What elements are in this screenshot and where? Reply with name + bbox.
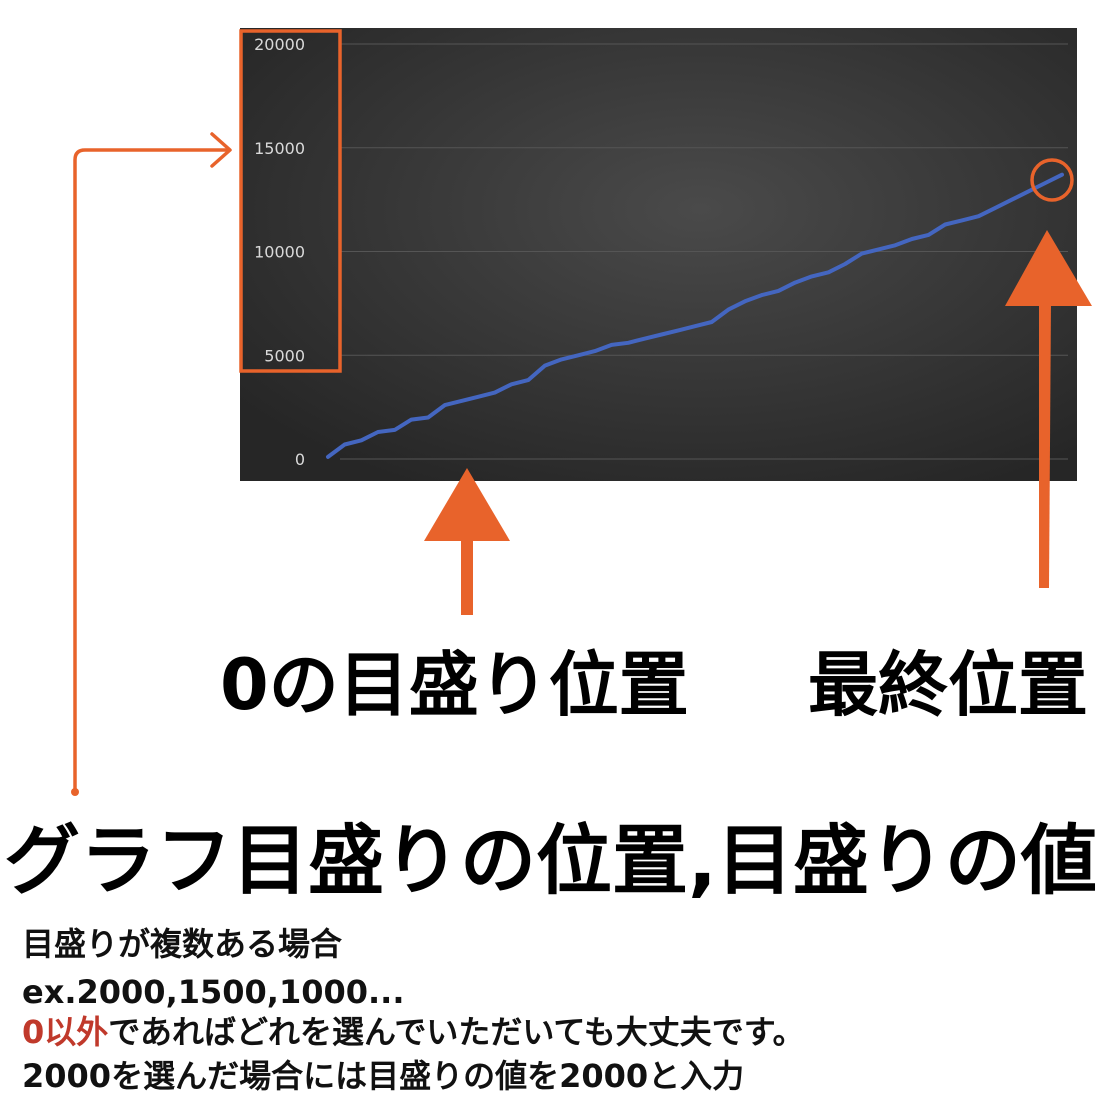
description-text: であればどれを選んでいただいても大丈夫です。: [108, 1013, 805, 1051]
annotated-chart-figure: 0 5000 10000 15000 20000 0の目盛り位置 最終位置 グラフ目盛り…: [0, 0, 1108, 1096]
y-tick-label: 5000: [264, 346, 305, 365]
bracket-arrow-line: [73, 148, 228, 790]
y-tick-label: 10000: [254, 243, 305, 262]
zero-position-arrow-shaft: [461, 536, 473, 615]
chart-plot-background: [240, 28, 1077, 481]
zero-position-label: 0の目盛り位置: [220, 644, 689, 726]
final-position-label: 最終位置: [808, 644, 1088, 726]
description-line: 2000を選んだ場合には目盛りの値を2000と入力: [22, 1057, 745, 1095]
y-tick-label: 15000: [254, 139, 305, 158]
final-position-arrow-shaft: [1039, 302, 1051, 588]
page-heading: グラフ目盛りの位置,目盛りの値: [4, 816, 1097, 905]
description-line: ex.2000,1500,1000...: [22, 973, 405, 1011]
y-tick-label: 20000: [254, 35, 305, 54]
bracket-arrow-tail-dot: [71, 788, 79, 796]
y-tick-label: 0: [295, 450, 305, 469]
description-line: 0以外であればどれを選んでいただいても大丈夫です。: [22, 1016, 805, 1048]
highlighted-text: 0以外: [22, 1013, 109, 1051]
description-line: 目盛りが複数ある場合: [22, 925, 343, 963]
